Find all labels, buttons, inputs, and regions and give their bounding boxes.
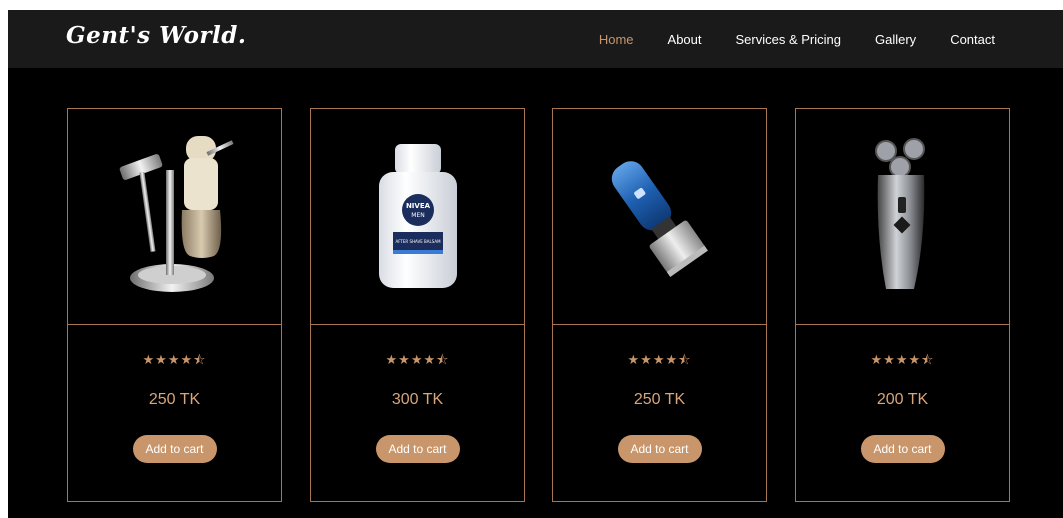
rating-stars: ★★★★⯪: [627, 352, 692, 367]
product-image-shaving-kit: [68, 109, 281, 325]
product-image-electric-shaver: [796, 109, 1009, 325]
add-to-cart-button[interactable]: Add to cart: [860, 435, 945, 463]
hair-trimmer-image: [611, 160, 708, 277]
rating-stars: ★★★★⯪: [385, 352, 450, 367]
rating-stars: ★★★★⯪: [142, 352, 207, 367]
rating-stars: ★★★★⯪: [870, 352, 935, 367]
nav-home[interactable]: Home: [599, 32, 634, 47]
product-image-hair-trimmer: [553, 109, 766, 325]
bottle-brand-label: NIVEA: [405, 202, 430, 210]
nav-about[interactable]: About: [668, 32, 702, 47]
navbar: Gent's World. Home About Services & Pric…: [8, 10, 1063, 68]
bottle-line-label: MEN: [411, 212, 424, 219]
product-price: 250 TK: [148, 391, 201, 408]
product-price: 300 TK: [391, 391, 444, 408]
nav-gallery[interactable]: Gallery: [875, 32, 916, 47]
product-card: ★★★★⯪ 250 TK Add to cart: [552, 108, 767, 502]
nav-contact[interactable]: Contact: [950, 32, 995, 47]
add-to-cart-button[interactable]: Add to cart: [617, 435, 702, 463]
main-nav: Home About Services & Pricing Gallery Co…: [599, 10, 995, 68]
bottle-product-label: AFTER SHAVE BALSAM: [395, 239, 441, 244]
product-price: 250 TK: [633, 391, 686, 408]
product-card: ★★★★⯪ 250 TK Add to cart: [67, 108, 282, 502]
shaving-kit-image: [119, 135, 234, 292]
product-price: 200 TK: [876, 391, 929, 408]
product-card: ★★★★⯪ 200 TK Add to cart: [795, 108, 1010, 502]
add-to-cart-button[interactable]: Add to cart: [375, 435, 460, 463]
aftershave-bottle-image: NIVEA MEN AFTER SHAVE BALSAM: [378, 143, 457, 288]
product-card: NIVEA MEN AFTER SHAVE BALSAM ★★★★⯪ 300 T…: [310, 108, 525, 502]
site-logo[interactable]: Gent's World.: [66, 22, 246, 49]
electric-shaver-image: [874, 137, 925, 289]
product-image-nivea-aftershave: NIVEA MEN AFTER SHAVE BALSAM: [311, 109, 524, 325]
nav-services-pricing[interactable]: Services & Pricing: [736, 32, 841, 47]
add-to-cart-button[interactable]: Add to cart: [132, 435, 217, 463]
page: Gent's World. Home About Services & Pric…: [8, 10, 1063, 518]
